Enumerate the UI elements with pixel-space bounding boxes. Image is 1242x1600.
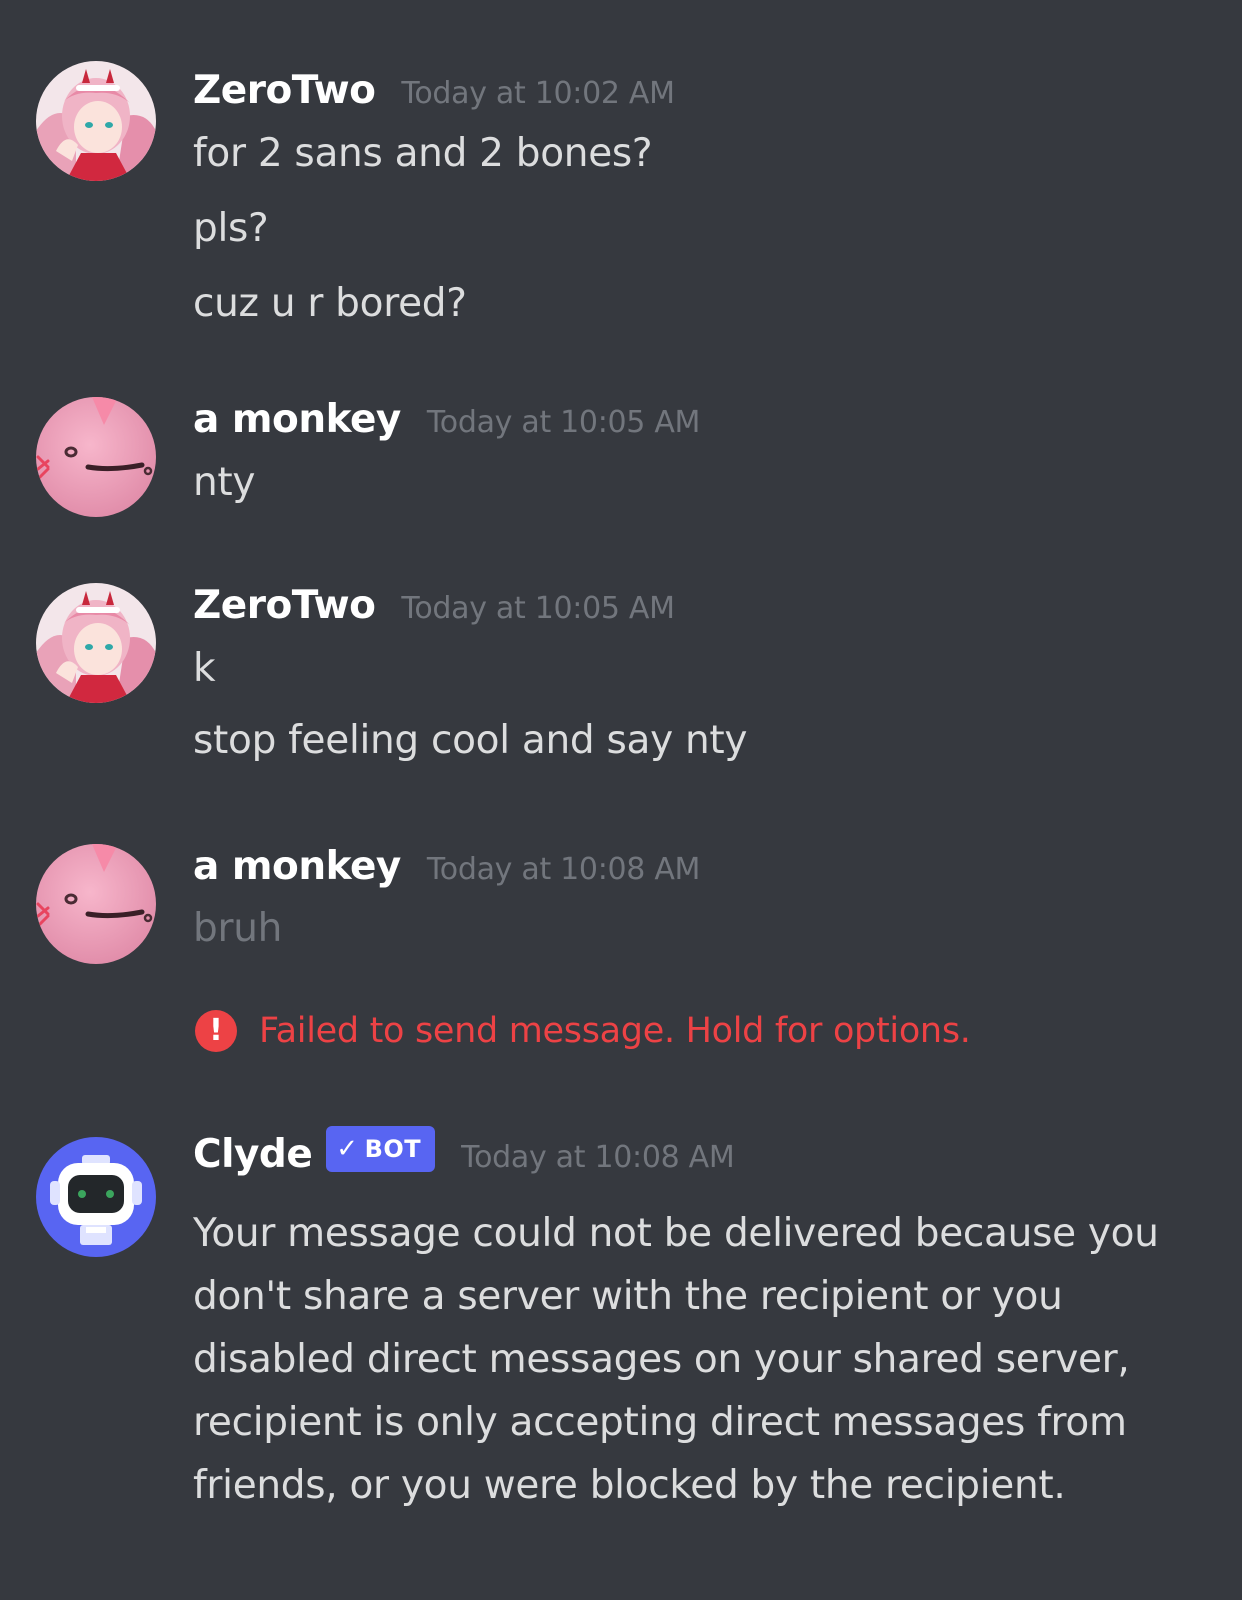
chat-messages: ZeroTwo Today at 10:02 AM for 2 sans and…: [0, 0, 1242, 1600]
username[interactable]: a monkey: [193, 844, 401, 889]
error-icon: !: [195, 1010, 237, 1052]
message-text[interactable]: cuz u r bored?: [193, 281, 467, 326]
message-text[interactable]: k: [193, 646, 216, 691]
message-text[interactable]: nty: [193, 460, 256, 505]
send-failed-notice[interactable]: ! Failed to send message. Hold for optio…: [195, 1010, 971, 1052]
message-text[interactable]: stop feeling cool and say nty: [193, 718, 747, 763]
username[interactable]: ZeroTwo: [193, 583, 376, 628]
username[interactable]: a monkey: [193, 397, 401, 442]
timestamp: Today at 10:08 AM: [461, 1140, 735, 1175]
timestamp: Today at 10:02 AM: [401, 76, 675, 111]
message-text[interactable]: for 2 sans and 2 bones?: [193, 131, 653, 176]
timestamp: Today at 10:08 AM: [426, 852, 701, 887]
message-header: Clyde ✓ BOT Today at 10:08 AM: [193, 1126, 735, 1188]
timestamp: Today at 10:05 AM: [426, 405, 701, 440]
timestamp: Today at 10:05 AM: [401, 591, 675, 626]
username[interactable]: ZeroTwo: [193, 68, 376, 113]
clyde-robot-avatar-icon: [36, 1137, 156, 1257]
username[interactable]: Clyde: [193, 1132, 313, 1177]
message-header: ZeroTwo Today at 10:05 AM: [193, 583, 675, 639]
message-header: ZeroTwo Today at 10:02 AM: [193, 68, 675, 124]
bot-badge-label: BOT: [364, 1135, 422, 1163]
avatar[interactable]: [36, 1137, 156, 1257]
message-text[interactable]: pls?: [193, 206, 269, 251]
message-header: a monkey Today at 10:08 AM: [193, 844, 700, 900]
message-text-unsent[interactable]: bruh: [193, 906, 282, 951]
pink-blob-avatar-icon: [36, 844, 156, 964]
avatar[interactable]: [36, 397, 156, 517]
message-header: a monkey Today at 10:05 AM: [193, 397, 700, 453]
bot-badge: ✓ BOT: [326, 1126, 436, 1172]
zerotwo-avatar-icon: [36, 583, 156, 703]
pink-blob-avatar-icon: [36, 397, 156, 517]
zerotwo-avatar-icon: [36, 61, 156, 181]
verified-check-icon: ✓: [336, 1134, 359, 1164]
bot-message-text[interactable]: Your message could not be delivered beca…: [193, 1202, 1203, 1517]
avatar[interactable]: [36, 583, 156, 703]
send-failed-text[interactable]: Failed to send message. Hold for options…: [259, 1011, 971, 1051]
avatar[interactable]: [36, 61, 156, 181]
avatar[interactable]: [36, 844, 156, 964]
